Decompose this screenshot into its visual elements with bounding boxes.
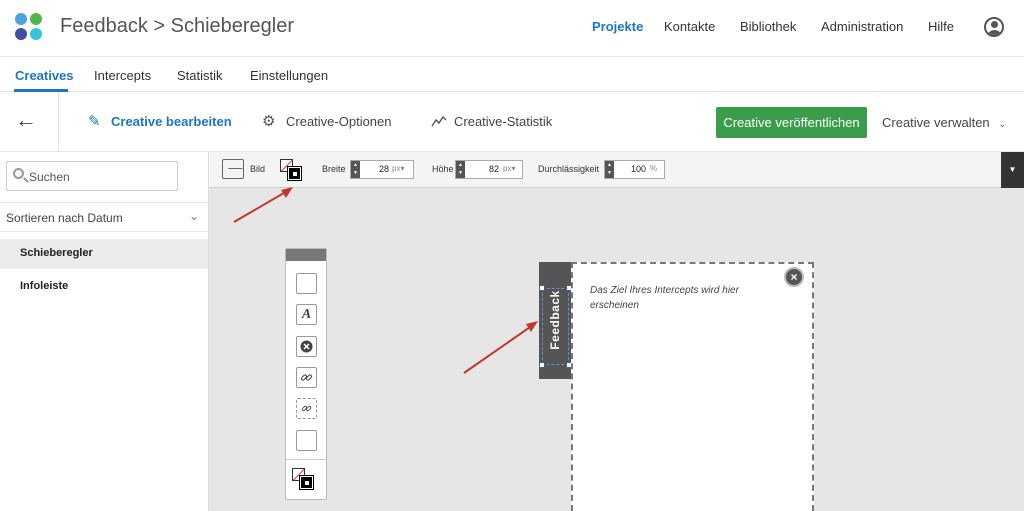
feedback-tab[interactable]: Feedback — [539, 262, 572, 379]
resize-handle[interactable] — [539, 362, 545, 368]
divider — [286, 459, 326, 460]
image-icon[interactable] — [222, 159, 244, 179]
sort-label: Sortieren nach Datum — [6, 211, 123, 225]
list-item-schieberegler[interactable]: Schieberegler — [0, 239, 208, 269]
add-box-icon[interactable] — [296, 273, 317, 294]
list-item-label: Infoleiste — [20, 280, 69, 292]
tab-creatives[interactable]: Creatives — [15, 68, 74, 83]
opacity-stepper[interactable]: ▲ ▼ 100 % — [604, 160, 665, 179]
edit-creative-tab[interactable]: Creative bearbeiten — [111, 114, 232, 129]
creative-stats-tab[interactable]: Creative-Statistik — [454, 114, 552, 129]
divider — [58, 92, 59, 152]
search-input[interactable]: Suchen — [6, 161, 178, 191]
logo[interactable] — [15, 13, 45, 43]
creative-options-tab[interactable]: Creative-Optionen — [286, 114, 392, 129]
intercept-panel[interactable]: Das Ziel Ihres Intercepts wird hier ersc… — [571, 262, 814, 511]
add-close-button-icon[interactable] — [296, 336, 317, 357]
nav-projekte[interactable]: Projekte — [592, 19, 643, 34]
back-arrow-icon[interactable]: ← — [15, 107, 37, 133]
opacity-label: Durchlässigkeit — [538, 164, 600, 174]
tab-statistik[interactable]: Statistik — [177, 68, 223, 83]
nav-hilfe[interactable]: Hilfe — [928, 19, 954, 34]
intercept-placeholder-text: Das Ziel Ihres Intercepts wird hier ersc… — [590, 285, 739, 311]
annotation-arrow-icon — [233, 187, 293, 223]
image-label: Bild — [250, 164, 266, 174]
element-palette: A — [285, 248, 327, 500]
color-picker-icon[interactable] — [292, 468, 314, 490]
width-label: Breite — [322, 164, 346, 174]
element-toolbar: Bild Breite ▲ ▼ 28 px▾ Höhe ▲ ▼ 82 px▾ Dur… — [209, 152, 1024, 188]
width-stepper[interactable]: ▲ ▼ 28 px▾ — [350, 160, 414, 179]
stepper-arrows-icon[interactable]: ▲ ▼ — [351, 161, 360, 178]
opacity-value: 100 — [630, 164, 646, 174]
width-value: 28 — [378, 164, 389, 174]
action-bar: ← ✎ Creative bearbeiten ⚙ Creative-Optio… — [0, 92, 1024, 152]
toolbar-dropdown-button[interactable]: ▼ — [1001, 152, 1024, 188]
list-item-infoleiste[interactable]: Infoleiste — [0, 272, 208, 302]
search-placeholder: Suchen — [29, 170, 70, 184]
width-unit: px▾ — [392, 164, 405, 173]
page-title: Feedback > Schieberegler — [60, 15, 295, 37]
stepper-arrows-icon[interactable]: ▲ ▼ — [605, 161, 614, 178]
add-image-box-icon[interactable] — [296, 430, 317, 451]
annotation-arrow-icon — [463, 321, 538, 374]
nav-bibliothek[interactable]: Bibliothek — [740, 19, 796, 34]
sub-navigation: Creatives Intercepts Statistik Einstellu… — [0, 57, 1024, 92]
nav-kontakte[interactable]: Kontakte — [664, 19, 715, 34]
list-item-label: Schieberegler — [20, 247, 93, 259]
top-bar: Feedback > Schieberegler Projekte Kontak… — [0, 0, 1024, 57]
add-link-icon[interactable] — [296, 367, 317, 388]
gear-icon: ⚙ — [262, 113, 276, 130]
manage-creative-dropdown[interactable]: Creative verwalten ⌄ — [882, 115, 1007, 130]
pencil-icon: ✎ — [88, 113, 101, 130]
user-icon[interactable] — [984, 17, 1004, 37]
search-icon — [13, 168, 24, 179]
height-stepper[interactable]: ▲ ▼ 82 px▾ — [455, 160, 523, 179]
resize-handle[interactable] — [539, 285, 545, 291]
stepper-arrows-icon[interactable]: ▲ ▼ — [456, 161, 465, 178]
opacity-unit: % — [650, 164, 658, 173]
tab-intercepts[interactable]: Intercepts — [94, 68, 151, 83]
manage-creative-label: Creative verwalten — [882, 115, 990, 130]
line-chart-icon — [431, 114, 447, 131]
tab-einstellungen[interactable]: Einstellungen — [250, 68, 328, 83]
sidebar: Suchen Sortieren nach Datum ⌄ Schiebereg… — [0, 152, 209, 511]
publish-button[interactable]: Creative veröffentlichen — [716, 107, 867, 138]
feedback-tab-label: Feedback — [548, 290, 562, 350]
height-label: Höhe — [432, 164, 454, 174]
drag-handle[interactable] — [286, 249, 326, 261]
nav-administration[interactable]: Administration — [821, 19, 903, 34]
add-link-area-icon[interactable] — [296, 398, 317, 419]
color-picker-icon[interactable] — [280, 159, 302, 181]
close-icon[interactable]: × — [784, 267, 804, 287]
sort-dropdown[interactable]: Sortieren nach Datum ⌄ — [0, 202, 208, 232]
chevron-down-icon: ⌄ — [189, 209, 200, 223]
add-text-icon[interactable]: A — [296, 304, 317, 325]
height-unit: px▾ — [503, 164, 516, 173]
chevron-down-icon: ⌄ — [998, 119, 1007, 130]
height-value: 82 — [488, 164, 499, 174]
editor-canvas[interactable]: Bild Breite ▲ ▼ 28 px▾ Höhe ▲ ▼ 82 px▾ Dur… — [209, 152, 1024, 511]
